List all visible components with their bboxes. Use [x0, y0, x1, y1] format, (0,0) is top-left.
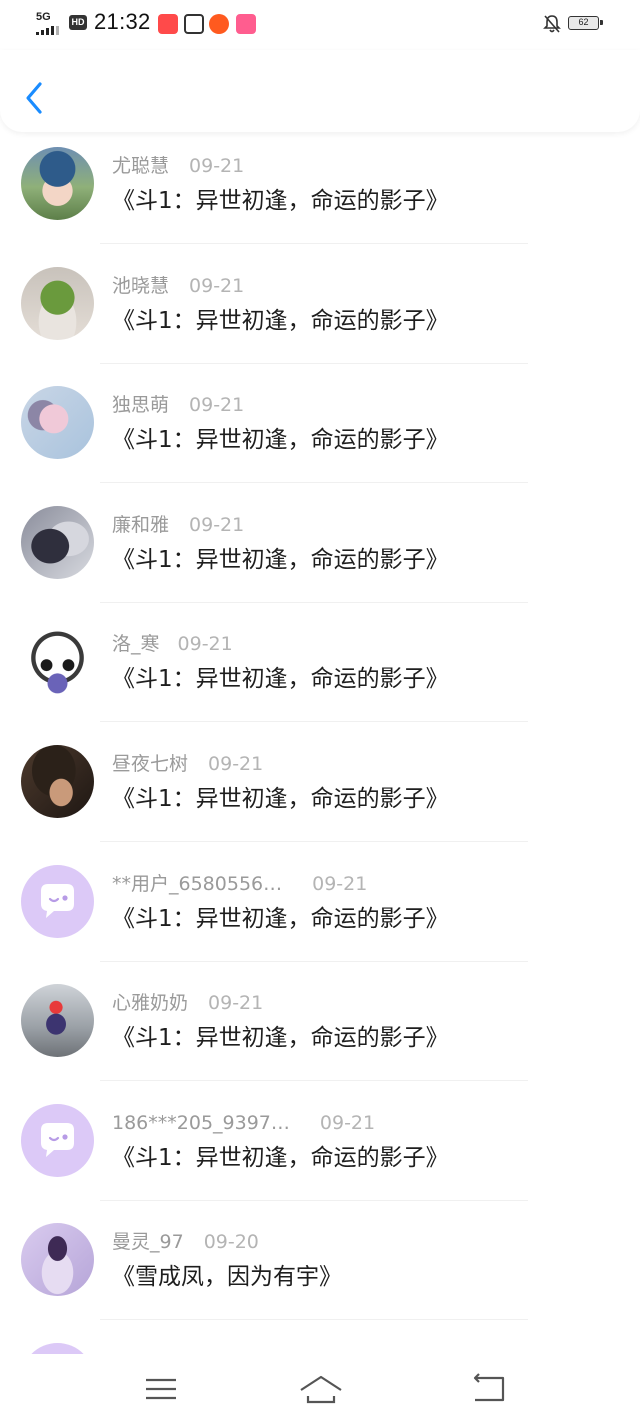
username: 独思萌	[112, 394, 170, 416]
username: **用户_6580556…	[112, 873, 283, 895]
network-type: 5G	[36, 11, 51, 23]
item-title[interactable]: 《斗1：异世初逢，命运的影子》	[112, 784, 449, 814]
divider	[100, 1319, 528, 1320]
clock: 21:32	[94, 9, 151, 34]
item-title[interactable]: 《斗1：异世初逢，命运的影子》	[112, 425, 449, 455]
username: 昼夜七树	[112, 753, 189, 775]
item-meta: 尤聪慧 09-21	[112, 154, 244, 178]
list-item[interactable]: 廉和雅 09-21 《斗1：异世初逢，命运的影子》	[0, 491, 640, 610]
divider	[100, 482, 528, 483]
date: 09-20	[203, 1231, 259, 1253]
date: 09-21	[189, 514, 245, 536]
item-title[interactable]: 《斗1：异世初逢，命运的影子》	[112, 186, 449, 216]
battery-icon: 62	[568, 16, 603, 30]
item-meta: 186***205_9397… 09-21	[112, 1111, 375, 1135]
avatar[interactable]	[21, 1223, 94, 1296]
item-meta: 曼灵_97 09-20	[112, 1230, 259, 1254]
item-meta: 廉和雅 09-21	[112, 513, 244, 537]
date: 09-21	[319, 1112, 376, 1134]
chevron-left-icon	[26, 82, 42, 114]
item-title[interactable]: 《斗1：异世初逢，命运的影子》	[112, 904, 449, 934]
list-item[interactable]: 186***205_9397… 09-21 《斗1：异世初逢，命运的影子》	[0, 1089, 640, 1208]
divider	[100, 602, 528, 603]
list-item[interactable]: 心雅奶奶 09-21 《斗1：异世初逢，命运的影子》	[0, 969, 640, 1088]
avatar[interactable]	[21, 267, 94, 340]
message-list[interactable]: 尤聪慧 09-21 《斗1：异世初逢，命运的影子》 池晓慧 09-21 《斗1：异世初逢，…	[0, 132, 640, 1354]
list-item[interactable]: 昼夜七树 09-21 《斗1：异世初逢，命运的影子》	[0, 730, 640, 849]
username: 心雅奶奶	[112, 992, 189, 1014]
date: 09-21	[208, 992, 264, 1014]
date: 09-21	[177, 633, 233, 655]
menu-icon[interactable]	[144, 1372, 178, 1406]
item-meta: 昼夜七树 09-21	[112, 752, 263, 776]
date: 09-21	[312, 873, 368, 895]
divider	[100, 1200, 528, 1201]
item-meta: **用户_6580556… 09-21	[112, 872, 367, 896]
mute-bell-icon	[543, 15, 561, 33]
item-title[interactable]: 《斗1：异世初逢，命运的影子》	[112, 664, 449, 694]
app-icon-1	[158, 14, 178, 34]
system-nav-bar	[0, 1354, 640, 1427]
divider	[100, 1080, 528, 1081]
divider	[100, 363, 528, 364]
divider	[100, 961, 528, 962]
status-bar: 5G HD 21:32 62	[0, 0, 640, 50]
divider	[100, 841, 528, 842]
list-item[interactable]: 曼灵_97 09-20 《雪成凤，因为有宇》	[0, 1208, 640, 1327]
avatar[interactable]	[21, 147, 94, 220]
list-item[interactable]: 独思萌 09-21 《斗1：异世初逢，命运的影子》	[0, 371, 640, 490]
avatar[interactable]	[21, 1343, 94, 1354]
item-meta: 独思萌 09-21	[112, 393, 244, 417]
app-icon-2	[184, 14, 204, 34]
default-avatar-icon	[41, 884, 74, 918]
item-title[interactable]: 《斗1：异世初逢，命运的影子》	[112, 1023, 449, 1053]
app-icon-4	[236, 14, 256, 34]
username: 尤聪慧	[112, 155, 170, 177]
item-meta: 池晓慧 09-21	[112, 274, 244, 298]
date: 09-21	[189, 394, 245, 416]
item-title[interactable]: 《斗1：异世初逢，命运的影子》	[112, 306, 449, 336]
item-meta: 洛_寒 09-21	[112, 632, 233, 656]
home-icon[interactable]	[299, 1372, 343, 1406]
back-button[interactable]	[20, 78, 50, 118]
item-title[interactable]: 《斗1：异世初逢，命运的影子》	[112, 1143, 449, 1173]
signal-icon: 5G	[36, 12, 68, 36]
username: 186***205_9397…	[112, 1112, 290, 1134]
list-item[interactable]: 洛_寒 09-21 《斗1：异世初逢，命运的影子》	[0, 610, 640, 729]
date: 09-21	[208, 753, 264, 775]
list-item[interactable]: 池晓慧 09-21 《斗1：异世初逢，命运的影子》	[0, 252, 640, 371]
avatar[interactable]	[21, 386, 94, 459]
avatar[interactable]	[21, 1104, 94, 1177]
default-avatar-icon	[41, 1123, 74, 1157]
username: 曼灵_97	[112, 1231, 184, 1253]
list-item[interactable]: **用户_6580556… 09-21 《斗1：异世初逢，命运的影子》	[0, 850, 640, 969]
avatar[interactable]	[21, 984, 94, 1057]
hd-icon: HD	[69, 15, 87, 30]
avatar[interactable]	[21, 625, 94, 698]
username: 廉和雅	[112, 514, 170, 536]
date: 09-21	[189, 155, 245, 177]
app-icon-3	[209, 14, 229, 34]
back-icon[interactable]	[471, 1372, 507, 1406]
avatar[interactable]	[21, 745, 94, 818]
date: 09-21	[189, 275, 245, 297]
divider	[100, 721, 528, 722]
avatar[interactable]	[21, 506, 94, 579]
avatar[interactable]	[21, 865, 94, 938]
item-meta: 心雅奶奶 09-21	[112, 991, 263, 1015]
item-title[interactable]: 《斗1：异世初逢，命运的影子》	[112, 545, 449, 575]
divider	[100, 243, 528, 244]
username: 洛_寒	[112, 633, 160, 655]
list-item[interactable]: 尤聪慧 09-21 《斗1：异世初逢，命运的影子》	[0, 132, 640, 251]
username: 池晓慧	[112, 275, 170, 297]
header	[0, 50, 640, 132]
item-title[interactable]: 《雪成凤，因为有宇》	[112, 1262, 342, 1292]
